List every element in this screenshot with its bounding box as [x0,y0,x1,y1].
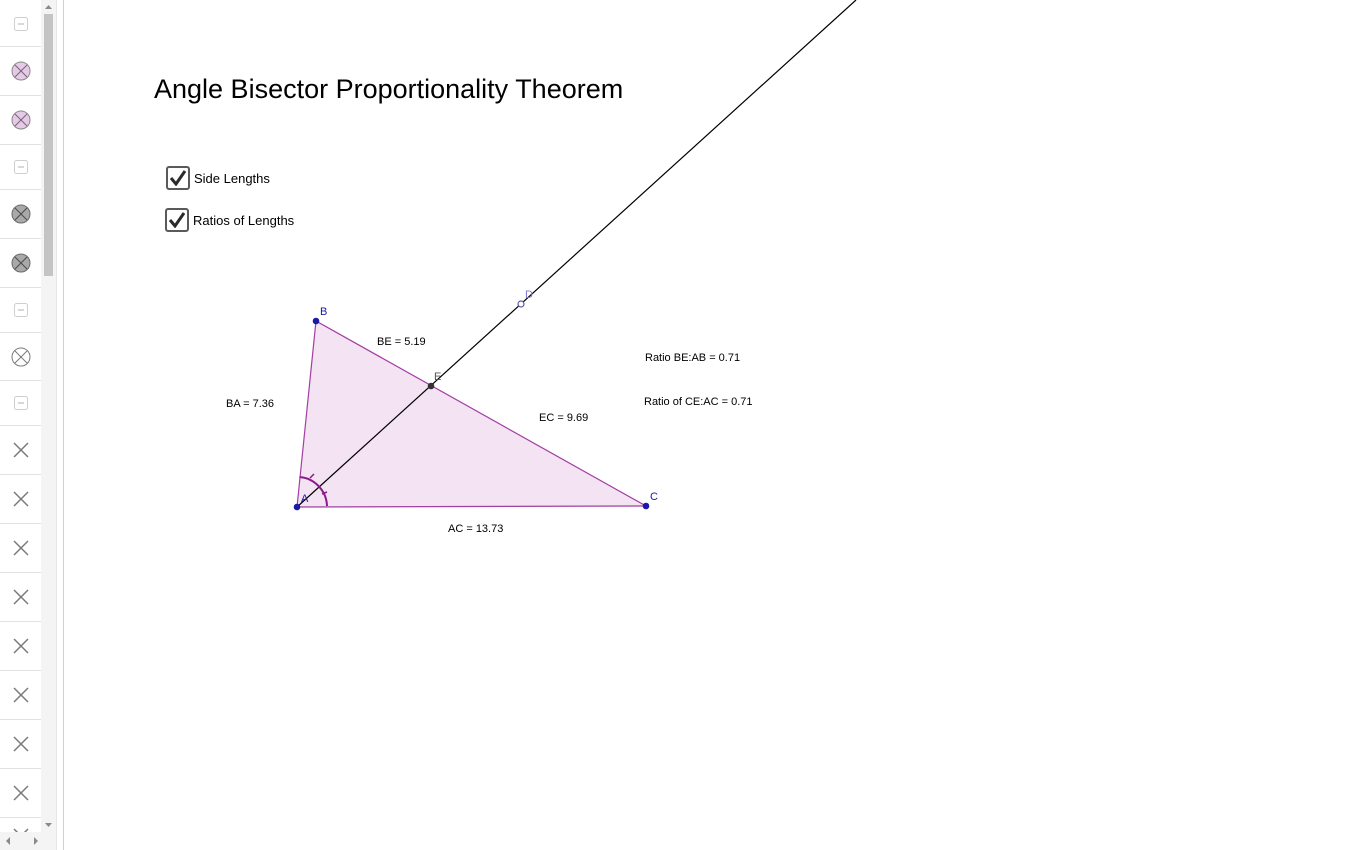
be-length-text: BE = 5.19 [377,336,426,348]
ac-length-text: AC = 13.73 [448,523,503,535]
ratio-be-ab-text: Ratio BE:AB = 0.71 [645,352,740,364]
point-b[interactable] [312,317,320,325]
point-d[interactable] [517,300,525,308]
point-a-label: A [301,493,309,505]
point-d-label: D [525,289,533,301]
point-b-label: B [320,306,327,318]
ratio-ce-ac-text: Ratio of CE:AC = 0.71 [644,396,753,408]
ba-length-text: BA = 7.36 [226,398,274,410]
angle-bisector-ray[interactable] [296,0,857,508]
point-e-label: E [434,371,441,383]
construction-svg: A B C D E BE = 5.19 BA = 7.36 EC = 9.69 … [226,0,857,535]
point-c[interactable] [642,502,650,510]
point-a[interactable] [293,503,301,511]
ec-length-text: EC = 9.69 [539,412,588,424]
point-c-label: C [650,491,658,503]
point-e[interactable] [427,382,435,390]
